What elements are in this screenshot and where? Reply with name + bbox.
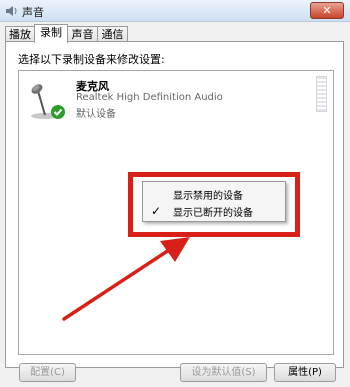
close-button[interactable]: ✕ bbox=[310, 2, 344, 19]
panel-instruction: 选择以下录制设备来修改设置: bbox=[18, 53, 165, 66]
sound-dialog: 声音 ✕ 播放 录制 声音 通信 选择以下录制设备来修改设置: 麦克风 Real… bbox=[0, 0, 350, 387]
context-menu: 显示禁用的设备 ✓ 显示已断开的设备 bbox=[142, 181, 286, 222]
speaker-icon bbox=[6, 6, 17, 16]
menu-item-label: 显示禁用的设备 bbox=[173, 191, 243, 202]
set-default-button[interactable]: 设为默认值(S) bbox=[180, 363, 267, 382]
device-item-microphone[interactable]: 麦克风 Realtek High Definition Audio 默认设备 bbox=[21, 73, 331, 123]
tab-sounds[interactable]: 声音 bbox=[67, 26, 98, 42]
window-title: 声音 bbox=[22, 6, 44, 19]
menu-item-show-disconnected[interactable]: ✓ 显示已断开的设备 bbox=[145, 202, 283, 219]
level-meter bbox=[316, 76, 327, 112]
device-status: 默认设备 bbox=[76, 109, 116, 120]
configure-button[interactable]: 配置(C) bbox=[19, 363, 76, 382]
tab-recording[interactable]: 录制 bbox=[34, 24, 68, 43]
tab-communications[interactable]: 通信 bbox=[97, 26, 128, 42]
menu-check-icon: ✓ bbox=[151, 204, 162, 218]
close-icon: ✕ bbox=[322, 4, 332, 17]
device-description: Realtek High Definition Audio bbox=[76, 92, 223, 103]
properties-button[interactable]: 属性(P) bbox=[274, 363, 336, 382]
tab-playback[interactable]: 播放 bbox=[5, 26, 35, 42]
menu-item-label: 显示已断开的设备 bbox=[173, 208, 253, 219]
microphone-icon bbox=[31, 84, 65, 119]
menu-item-show-disabled[interactable]: 显示禁用的设备 bbox=[145, 185, 283, 202]
title-bar[interactable]: 声音 ✕ bbox=[0, 0, 350, 22]
